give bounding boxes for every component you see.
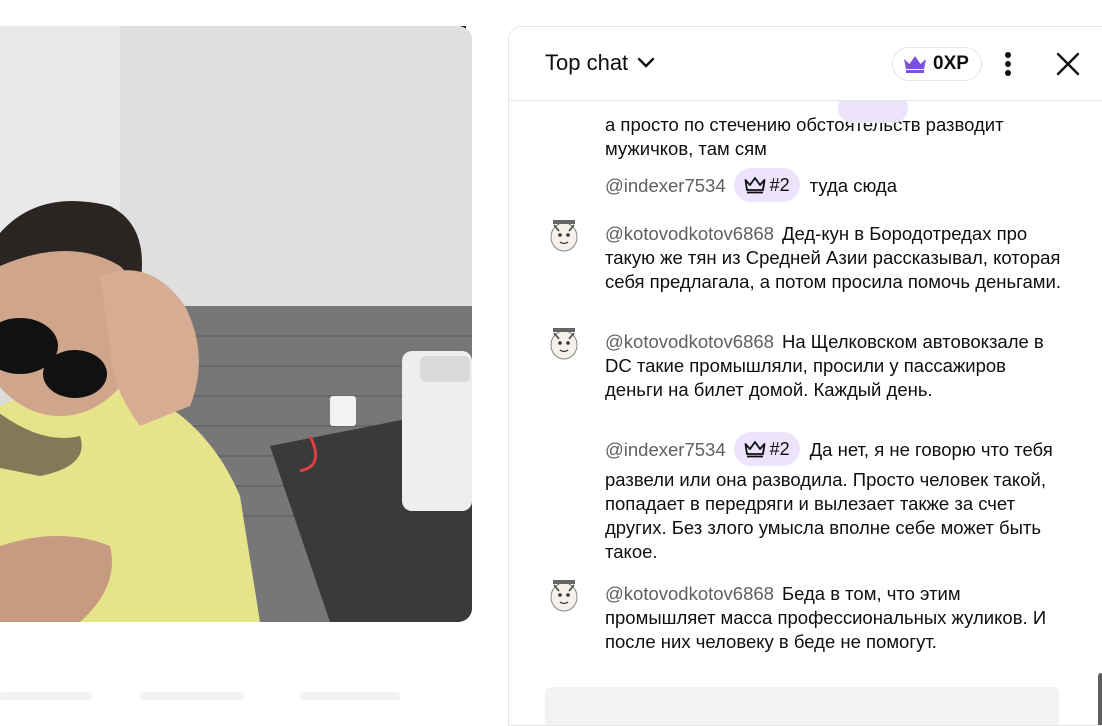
chat-message: @indexer7534#2Да нет, я не говорю что те… [605,434,1065,564]
live-chat-panel: Top chat 0XP [508,26,1102,726]
chat-message: @kotovodkotov6868Дед-кун в Бородотредах … [605,222,1065,294]
message-author[interactable]: @kotovodkotov6868 [605,583,774,604]
xp-value: 0XP [933,53,969,75]
chat-header: Top chat 0XP [509,27,1102,101]
more-options-button[interactable] [990,46,1026,82]
rank-badge-label: #2 [770,173,790,197]
rank-badge[interactable]: #2 [734,168,800,202]
below-video-chip[interactable] [300,692,400,700]
video-player[interactable] [0,26,472,622]
below-video-chip[interactable] [0,692,92,700]
message-author[interactable]: @indexer7534 [605,175,726,196]
user-avatar[interactable] [549,327,579,361]
message-author[interactable]: @kotovodkotov6868 [605,223,774,244]
message-text: а просто по стечению обстоятельств разво… [605,114,1004,159]
close-chat-button[interactable] [1050,46,1086,82]
message-author[interactable]: @indexer7534 [605,439,726,460]
more-vert-icon [1004,51,1012,77]
close-icon [1056,52,1080,76]
chat-input-area[interactable] [545,687,1059,726]
chat-message: @kotovodkotov6868На Щелковском автовокза… [605,330,1065,402]
below-video-chip[interactable] [140,692,244,700]
chat-message: а просто по стечению обстоятельств разво… [605,113,1065,161]
message-author[interactable]: @kotovodkotov6868 [605,331,774,352]
user-avatar[interactable] [549,219,579,253]
user-avatar[interactable] [549,579,579,613]
video-frame [0,26,472,622]
message-text: туда сюда [810,175,897,196]
xp-badge[interactable]: 0XP [892,47,982,81]
crown-icon [744,176,766,194]
rank-badge-label: #2 [770,437,790,461]
crown-icon [744,440,766,458]
user-badge-partial [838,101,908,123]
crown-icon [903,55,927,73]
chat-message-list: а просто по стечению обстоятельств разво… [509,101,1102,726]
chat-mode-label: Top chat [545,50,628,76]
chat-message: @kotovodkotov6868Беда в том, что этим пр… [605,582,1065,654]
rank-badge[interactable]: #2 [734,432,800,466]
chevron-down-icon [634,51,658,75]
chat-message: @indexer7534 #2 туда сюда [605,170,1065,204]
chat-mode-dropdown[interactable]: Top chat [545,50,658,76]
